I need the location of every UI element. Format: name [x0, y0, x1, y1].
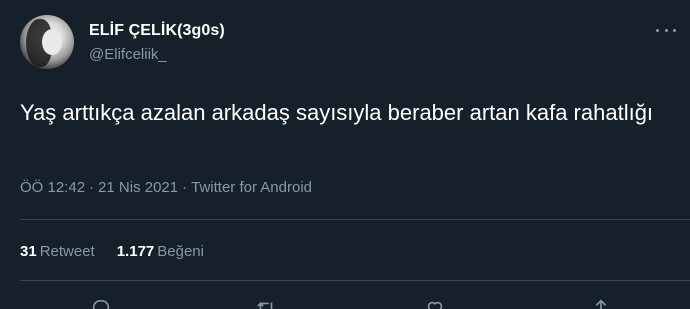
dot — [673, 28, 676, 32]
action-bar — [0, 297, 690, 309]
author-name[interactable]: ELİF ÇELİK(3g0s) — [89, 22, 225, 40]
like-count: 1.177 — [116, 243, 155, 260]
divider — [20, 280, 690, 281]
like-label: Beğeni — [157, 243, 204, 260]
meta-separator: · — [89, 179, 95, 196]
heart-icon[interactable] — [424, 297, 446, 309]
avatar[interactable] — [20, 15, 74, 69]
tweet-time[interactable]: ÖÖ 12:42 — [20, 179, 85, 196]
retweet-icon[interactable] — [255, 297, 277, 309]
tweet-stats: 31 Retweet 1.177 Beğeni — [20, 243, 226, 260]
reply-icon[interactable] — [90, 297, 112, 309]
tweet-source[interactable]: Twitter for Android — [191, 179, 312, 196]
divider — [20, 219, 690, 220]
more-dots-icon[interactable] — [656, 26, 676, 34]
retweet-stat[interactable]: 31 Retweet — [20, 243, 95, 260]
tweet-meta: ÖÖ 12:42 · 21 Nis 2021 · Twitter for Android — [20, 179, 312, 196]
like-stat[interactable]: 1.177 Beğeni — [117, 243, 204, 260]
tweet-text: Yaş arttıkça azalan arkadaş sayısıyla be… — [20, 100, 654, 125]
author-handle[interactable]: @Elifceliik_ — [89, 46, 167, 63]
retweet-count: 31 — [20, 243, 37, 260]
retweet-label: Retweet — [39, 243, 95, 260]
dot — [656, 28, 659, 32]
tweet-card: ELİF ÇELİK(3g0s) @Elifceliik_ Yaş arttık… — [0, 0, 690, 309]
avatar-face — [42, 29, 62, 55]
meta-separator: · — [182, 179, 188, 196]
tweet-date[interactable]: 21 Nis 2021 — [98, 179, 178, 196]
share-icon[interactable] — [590, 297, 612, 309]
dot — [664, 28, 668, 32]
